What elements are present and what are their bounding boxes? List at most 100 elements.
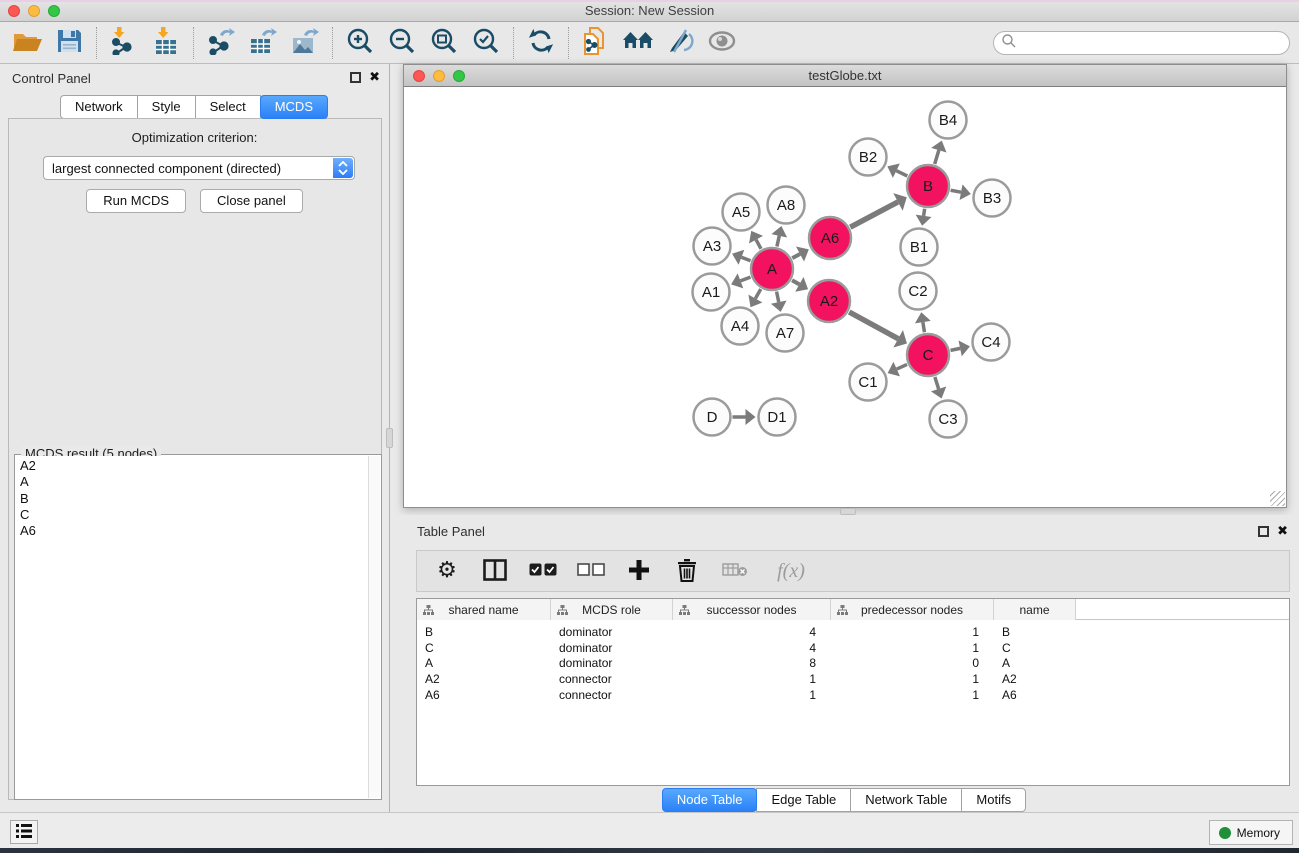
network-node-C4[interactable]: C4 [973, 324, 1010, 361]
network-node-A3[interactable]: A3 [694, 228, 731, 265]
task-history-button[interactable] [10, 820, 38, 844]
table-cell[interactable]: 1 [673, 688, 831, 704]
close-panel-icon[interactable]: ✖ [369, 70, 380, 84]
mcds-result-item[interactable]: A6 [20, 523, 368, 539]
network-edge[interactable] [924, 209, 925, 216]
tab-select[interactable]: Select [195, 95, 261, 119]
table-cell[interactable]: 1 [831, 688, 994, 704]
float-panel-icon[interactable] [350, 72, 361, 83]
export-image-button[interactable] [284, 25, 326, 61]
table-cell[interactable]: dominator [551, 656, 673, 672]
network-canvas[interactable]: B4B2BB3A5A8A6A3B1AA1C2A2A4A7C4CC1C3DD1 [404, 87, 1286, 507]
column-header-predecessor-nodes[interactable]: predecessor nodes [831, 599, 994, 620]
horizontal-splitter-handle[interactable] [840, 508, 856, 515]
close-table-panel-icon[interactable]: ✖ [1277, 524, 1288, 538]
home-button[interactable] [617, 25, 659, 61]
network-edge[interactable] [935, 150, 939, 164]
table-cell[interactable]: A [417, 656, 551, 672]
tab-motifs[interactable]: Motifs [961, 788, 1026, 812]
close-panel-button[interactable]: Close panel [200, 189, 303, 213]
criterion-select[interactable]: largest connected component (directed) [43, 156, 355, 180]
network-node-C3[interactable]: C3 [930, 401, 967, 438]
create-column-button[interactable] [625, 556, 653, 586]
network-edge[interactable] [897, 364, 907, 369]
network-edge[interactable] [849, 312, 898, 339]
network-edge[interactable] [951, 190, 961, 192]
table-row[interactable]: A2connector11A2 [417, 672, 1289, 688]
import-table-button[interactable] [145, 25, 187, 61]
network-from-file-button[interactable] [575, 25, 617, 61]
hide-labels-button[interactable] [659, 25, 701, 61]
zoom-in-button[interactable] [339, 25, 381, 61]
zoom-fit-button[interactable] [423, 25, 465, 61]
refresh-view-button[interactable] [520, 25, 562, 61]
network-edge[interactable] [951, 348, 961, 350]
table-cell[interactable]: dominator [551, 625, 673, 641]
table-cell[interactable]: 1 [673, 672, 831, 688]
network-node-A4[interactable]: A4 [722, 308, 759, 345]
search-input[interactable] [1017, 34, 1289, 52]
network-edge[interactable] [755, 289, 760, 298]
network-node-C[interactable]: C [907, 334, 949, 376]
table-cell[interactable]: 0 [831, 656, 994, 672]
network-window-titlebar[interactable]: testGlobe.txt [404, 65, 1286, 87]
tab-mcds[interactable]: MCDS [260, 95, 328, 119]
table-cell[interactable]: 8 [673, 656, 831, 672]
network-node-D[interactable]: D [694, 399, 731, 436]
network-edge[interactable] [756, 240, 761, 249]
network-node-A2[interactable]: A2 [808, 280, 850, 322]
mcds-result-item[interactable]: A [20, 474, 368, 490]
table-cell[interactable]: C [417, 641, 551, 657]
mcds-result-item[interactable]: C [20, 507, 368, 523]
delete-column-button[interactable] [673, 556, 701, 586]
table-cell[interactable]: B [994, 625, 1076, 641]
zoom-out-button[interactable] [381, 25, 423, 61]
network-node-C1[interactable]: C1 [850, 364, 887, 401]
table-row[interactable]: Adominator80A [417, 656, 1289, 672]
network-edge[interactable] [792, 280, 799, 284]
column-header-shared-name[interactable]: shared name [417, 599, 551, 620]
show-graphics-button[interactable] [701, 25, 743, 61]
table-options-button[interactable]: ⚙ [433, 556, 461, 586]
table-cell[interactable]: connector [551, 672, 673, 688]
network-view-window[interactable]: testGlobe.txt B4B2BB3A5A8A6A3B1AA1C2A2A4… [403, 64, 1287, 508]
network-node-B[interactable]: B [907, 165, 949, 207]
network-edge[interactable] [896, 171, 907, 176]
network-node-B2[interactable]: B2 [850, 139, 887, 176]
float-table-panel-icon[interactable] [1258, 526, 1269, 537]
table-cell[interactable]: A2 [994, 672, 1076, 688]
network-node-A[interactable]: A [751, 248, 793, 290]
mcds-result-item[interactable]: A2 [20, 458, 368, 474]
network-edge[interactable] [850, 202, 898, 227]
table-row[interactable]: Bdominator41B [417, 625, 1289, 641]
zoom-selected-button[interactable] [465, 25, 507, 61]
table-cell[interactable]: dominator [551, 641, 673, 657]
table-cell[interactable]: 4 [673, 641, 831, 657]
import-network-button[interactable] [103, 25, 145, 61]
tab-network[interactable]: Network [60, 95, 138, 119]
table-cell[interactable]: A6 [994, 688, 1076, 704]
mcds-result-list[interactable]: A2ABCA6 [16, 456, 368, 798]
table-row[interactable]: A6connector11A6 [417, 688, 1289, 704]
save-session-button[interactable] [48, 25, 90, 61]
network-edge[interactable] [923, 322, 925, 332]
deselect-all-columns-button[interactable] [577, 556, 605, 586]
table-cell[interactable]: A6 [417, 688, 551, 704]
tab-node-table[interactable]: Node Table [662, 788, 758, 812]
table-cell[interactable]: C [994, 641, 1076, 657]
search-box[interactable] [993, 31, 1290, 55]
table-row[interactable]: Cdominator41C [417, 641, 1289, 657]
column-header-successor-nodes[interactable]: successor nodes [673, 599, 831, 620]
network-node-C2[interactable]: C2 [900, 273, 937, 310]
table-cell[interactable]: 1 [831, 641, 994, 657]
network-node-A6[interactable]: A6 [809, 217, 851, 259]
show-columns-button[interactable] [481, 556, 509, 586]
network-edge[interactable] [777, 292, 779, 303]
network-node-B3[interactable]: B3 [974, 180, 1011, 217]
open-file-button[interactable] [6, 25, 48, 61]
network-node-D1[interactable]: D1 [759, 399, 796, 436]
table-cell[interactable]: 1 [831, 625, 994, 641]
network-edge[interactable] [935, 377, 939, 389]
tab-edge-table[interactable]: Edge Table [756, 788, 851, 812]
network-node-A1[interactable]: A1 [693, 274, 730, 311]
